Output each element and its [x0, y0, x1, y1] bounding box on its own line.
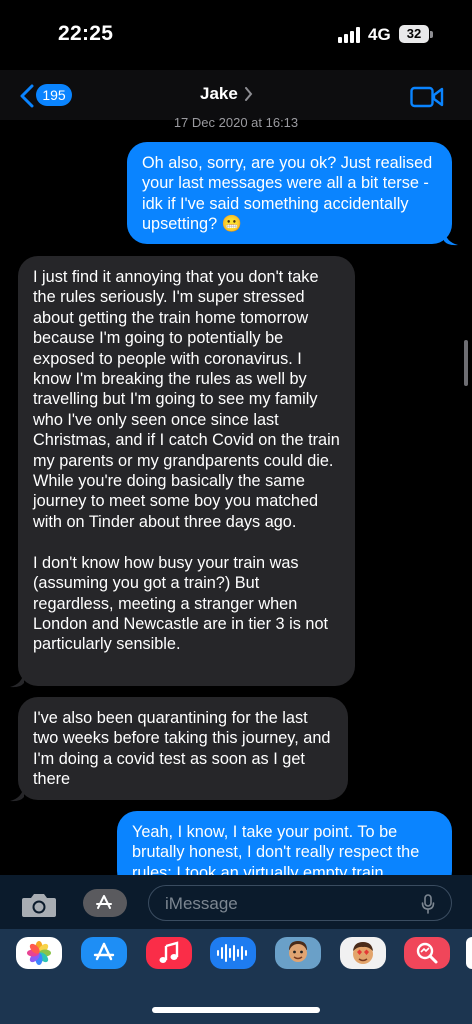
status-bar: 22:25 4G 32: [0, 0, 472, 70]
app-store-icon[interactable]: [81, 937, 127, 969]
more-apps-edge[interactable]: [466, 937, 472, 969]
bubble-tail: [10, 672, 24, 688]
signal-icon: [338, 27, 362, 43]
received-message-bubble[interactable]: I just find it annoying that you don't t…: [18, 256, 355, 686]
message-input-placeholder: iMessage: [165, 894, 238, 913]
status-time: 22:25: [58, 22, 114, 45]
memoji-stickers-icon[interactable]: [340, 937, 386, 969]
bubble-tail: [10, 786, 24, 802]
memoji-icon[interactable]: [275, 937, 321, 969]
received-message-bubble[interactable]: I've also been quarantining for the last…: [18, 697, 348, 800]
message-timestamp: 17 Dec 2020 at 16:13: [173, 115, 299, 130]
photos-icon[interactable]: [16, 937, 62, 969]
conversation-header: 195 Jake: [0, 70, 472, 120]
message-input[interactable]: iMessage: [148, 885, 452, 921]
chevron-left-icon: [20, 84, 34, 108]
sent-message-bubble[interactable]: Oh also, sorry, are you ok? Just realise…: [127, 142, 452, 244]
search-images-icon[interactable]: [404, 937, 450, 969]
back-button[interactable]: 195: [18, 82, 76, 110]
bubble-tail: [444, 230, 458, 246]
battery-tip: [430, 31, 433, 38]
music-icon[interactable]: [146, 937, 192, 969]
network-type: 4G: [368, 25, 391, 44]
app-store-button[interactable]: [83, 889, 127, 917]
camera-icon[interactable]: [20, 891, 58, 919]
unread-count-badge: 195: [36, 84, 72, 106]
microphone-icon[interactable]: [421, 894, 435, 914]
app-store-icon: [96, 895, 112, 909]
home-indicator[interactable]: [152, 1007, 320, 1013]
video-call-icon[interactable]: [410, 86, 444, 108]
audio-message-icon[interactable]: [210, 937, 256, 969]
chevron-right-icon: [244, 87, 253, 101]
contact-name: Jake: [200, 84, 238, 103]
scrollbar[interactable]: [464, 340, 468, 386]
contact-button[interactable]: Jake: [200, 82, 253, 106]
compose-bar: iMessage: [0, 875, 472, 929]
battery-icon: 32: [399, 25, 429, 43]
